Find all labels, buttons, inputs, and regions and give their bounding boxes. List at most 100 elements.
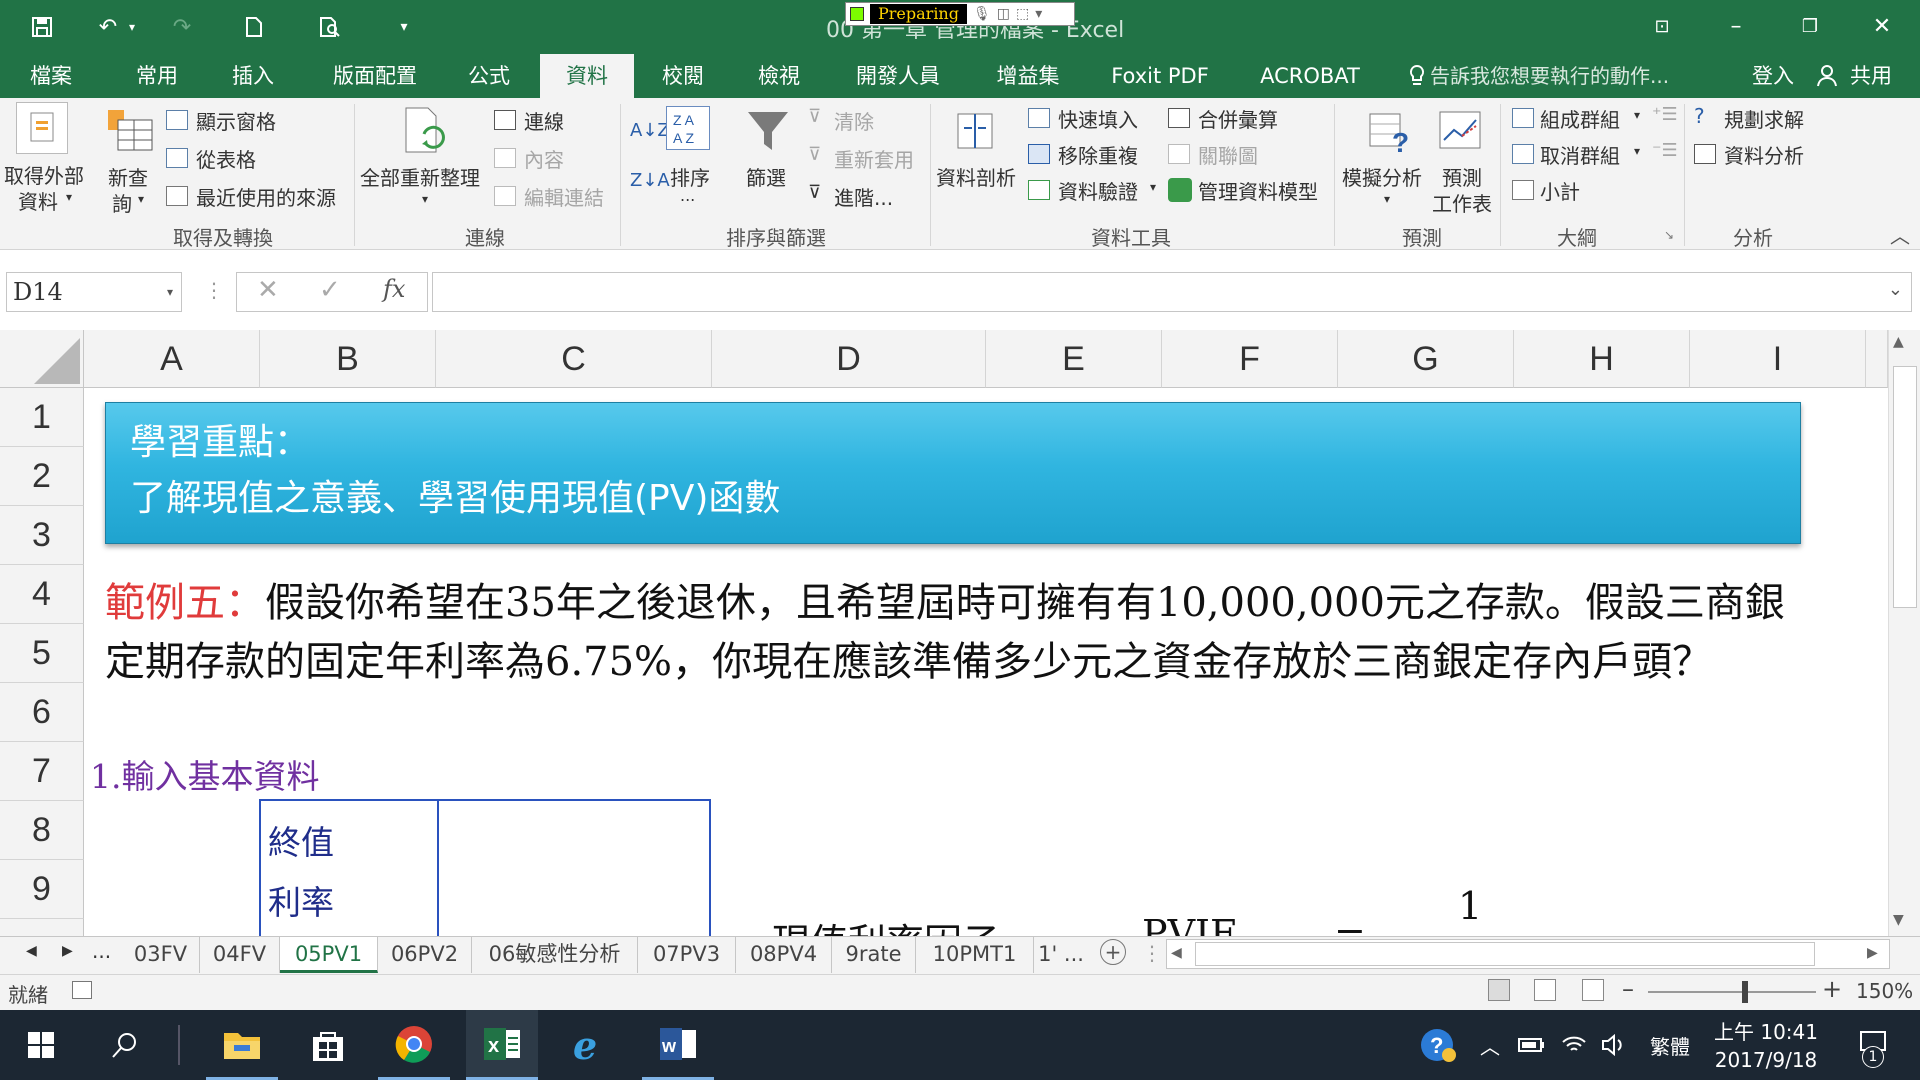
what-if-analysis-button[interactable]: 模擬分析	[1342, 162, 1422, 191]
column-header-b[interactable]: B	[260, 330, 436, 388]
subtotal-button[interactable]: 小計	[1540, 176, 1580, 205]
internet-explorer-icon[interactable]: e	[554, 1010, 626, 1080]
get-external-data-label[interactable]: 取得外部	[4, 160, 84, 189]
formula-bar-splitter-icon[interactable]: ⋮	[204, 278, 224, 302]
new-document-icon[interactable]	[236, 10, 272, 44]
row-header-3[interactable]: 3	[0, 506, 84, 565]
row-header-7[interactable]: 7	[0, 742, 84, 801]
sheet-tab-03fv[interactable]: 03FV	[122, 937, 200, 973]
expand-formula-bar-icon[interactable]: ⌄	[1888, 279, 1903, 300]
sign-in-link[interactable]: 登入	[1748, 54, 1798, 98]
row-header-5[interactable]: 5	[0, 624, 84, 683]
clock-date[interactable]: 2017/9/18	[1706, 1048, 1826, 1072]
group-button[interactable]: 組成群組	[1540, 104, 1620, 133]
sheet-tab-10pmt1[interactable]: 10PMT1	[916, 937, 1034, 973]
vertical-scroll-thumb[interactable]	[1893, 366, 1917, 608]
action-center-icon[interactable]	[1846, 1010, 1902, 1080]
insert-function-icon[interactable]: fx	[383, 275, 405, 303]
region-icon[interactable]: ⬚	[1016, 6, 1029, 22]
customize-qat-icon[interactable]: ▾	[386, 10, 422, 44]
example-problem-text[interactable]: 範例五：假設你希望在35年之後退休，且希望屆時可擁有有10,000,000元之存…	[105, 574, 1805, 692]
tab-insert[interactable]: 插入	[220, 54, 286, 98]
sheet-tab-06pv2[interactable]: 06PV2	[378, 937, 472, 973]
row-header-6[interactable]: 6	[0, 683, 84, 742]
sort-icon[interactable]: Z A A Z	[666, 106, 710, 150]
flash-fill-button[interactable]: 快速填入	[1058, 104, 1138, 133]
collapse-ribbon-icon[interactable]: ︿	[1890, 220, 1910, 249]
tab-page-layout[interactable]: 版面配置	[320, 54, 430, 98]
column-header-i[interactable]: I	[1690, 330, 1866, 388]
advanced-button[interactable]: 進階...	[834, 182, 893, 211]
tab-splitter-icon[interactable]: ⋮	[1142, 941, 1162, 965]
battery-icon[interactable]	[1514, 1010, 1550, 1080]
remove-duplicates-button[interactable]: 移除重複	[1058, 140, 1138, 169]
column-header-f[interactable]: F	[1162, 330, 1338, 388]
page-break-preview-icon[interactable]	[1582, 979, 1604, 1001]
new-query-label2[interactable]: 詢	[112, 188, 132, 217]
zoom-slider-track[interactable]	[1648, 991, 1816, 993]
forecast-sheet-icon[interactable]	[1436, 108, 1484, 154]
zoom-level[interactable]: 150%	[1856, 979, 1913, 1003]
refresh-all-button[interactable]: 全部重新整理	[360, 162, 480, 191]
recent-sources-button[interactable]: 最近使用的來源	[196, 182, 336, 211]
manage-data-model-button[interactable]: 管理資料模型	[1198, 176, 1318, 205]
row-header-8[interactable]: 8	[0, 801, 84, 860]
refresh-all-icon[interactable]	[398, 104, 452, 160]
tab-add-ins[interactable]: 增益集	[988, 54, 1068, 98]
what-if-analysis-icon[interactable]: ?	[1364, 108, 1414, 158]
page-layout-view-icon[interactable]	[1534, 979, 1556, 1001]
macro-record-icon[interactable]	[72, 981, 92, 999]
zoom-slider-thumb[interactable]	[1742, 981, 1748, 1003]
show-queries-button[interactable]: 顯示窗格	[196, 106, 276, 135]
zoom-in-button[interactable]: +	[1822, 975, 1842, 1003]
row-header-4[interactable]: 4	[0, 565, 84, 624]
new-sheet-icon[interactable]: +	[1100, 939, 1126, 965]
scroll-down-icon[interactable]: ▼	[1893, 912, 1904, 928]
sheet-tab-04fv[interactable]: 04FV	[200, 937, 280, 973]
tab-home[interactable]: 常用	[124, 54, 190, 98]
horizontal-scroll-thumb[interactable]	[1195, 942, 1815, 966]
tell-me-search[interactable]: 告訴我您想要執行的動作...	[1430, 54, 1669, 98]
scroll-left-icon[interactable]: ◀	[1171, 945, 1182, 961]
forecast-sheet-button[interactable]: 預測	[1442, 162, 1482, 191]
restore-button[interactable]: ❐	[1790, 10, 1830, 42]
scroll-sheets-left-icon[interactable]: ◀	[26, 943, 37, 959]
solver-button[interactable]: 規劃求解	[1724, 104, 1804, 133]
sheet-tab-07pv3[interactable]: 07PV3	[638, 937, 736, 973]
get-external-dropdown-icon[interactable]: ▾	[66, 190, 72, 204]
text-to-columns-icon[interactable]	[950, 108, 1000, 154]
group-dropdown-icon[interactable]: ▾	[1634, 108, 1640, 122]
undo-dropdown-icon[interactable]: ▾	[124, 10, 140, 44]
get-external-data-icon[interactable]	[16, 102, 68, 154]
name-box-dropdown-icon[interactable]: ▾	[167, 273, 173, 311]
file-explorer-icon[interactable]	[206, 1010, 278, 1080]
column-header-c[interactable]: C	[436, 330, 712, 388]
new-query-label[interactable]: 新查	[108, 162, 148, 191]
share-button[interactable]: 共用	[1846, 54, 1896, 98]
future-value-cell[interactable]	[437, 801, 711, 860]
from-table-button[interactable]: 從表格	[196, 144, 256, 173]
tab-data[interactable]: 資料	[540, 54, 634, 98]
show-hidden-icons-icon[interactable]: ︿	[1472, 1010, 1508, 1080]
data-validation-button[interactable]: 資料驗證	[1058, 176, 1138, 205]
print-preview-icon[interactable]	[312, 10, 348, 44]
column-header-a[interactable]: A	[84, 330, 260, 388]
connections-button[interactable]: 連線	[524, 106, 564, 135]
filter-icon[interactable]	[744, 108, 792, 156]
recorder-menu-icon[interactable]: ▾	[1035, 6, 1042, 22]
close-button[interactable]: ✕	[1862, 10, 1902, 42]
data-analysis-button[interactable]: 資料分析	[1724, 140, 1804, 169]
sort-ascending-icon[interactable]: A↓Z	[630, 120, 670, 141]
undo-icon[interactable]: ↶	[90, 10, 126, 44]
row-header-2[interactable]: 2	[0, 447, 84, 506]
sheet-tab-08pv4[interactable]: 08PV4	[736, 937, 832, 973]
new-query-icon[interactable]	[104, 106, 156, 156]
tab-developer[interactable]: 開發人員	[848, 54, 948, 98]
camera-off-icon[interactable]: ◫	[997, 6, 1010, 22]
filter-button[interactable]: 篩選	[746, 162, 786, 191]
clock-time[interactable]: 上午 10:41	[1706, 1016, 1826, 1045]
refresh-all-dropdown-icon[interactable]: ▾	[422, 192, 428, 206]
row-header-1[interactable]: 1	[0, 388, 84, 447]
minimize-button[interactable]: –	[1716, 10, 1756, 42]
sort-descending-icon[interactable]: Z↓A	[630, 170, 670, 191]
